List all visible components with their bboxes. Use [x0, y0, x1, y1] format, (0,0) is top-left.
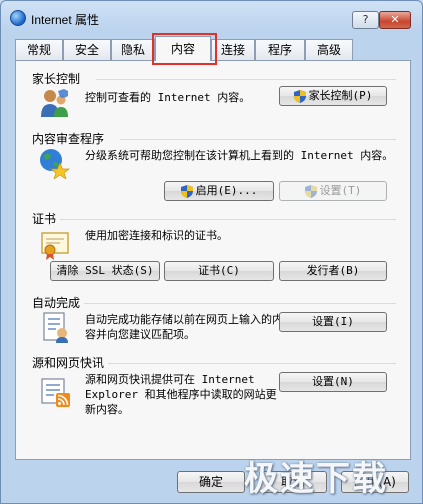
- content-advisor-description: 分级系统可帮助您控制在该计算机上看到的 Internet 内容。: [85, 149, 394, 162]
- certificates-description: 使用加密连接和标识的证书。: [85, 229, 228, 242]
- tab-strip: 常规 安全 隐私 内容 连接 程序 高级: [15, 36, 415, 61]
- section-divider: [120, 139, 396, 140]
- autocomplete-settings-button[interactable]: 设置(I): [279, 312, 387, 332]
- internet-explorer-icon: [10, 10, 26, 26]
- uac-shield-icon: [180, 184, 193, 198]
- advisor-settings-button-label: 设置(T): [319, 184, 362, 197]
- feeds-icon: [41, 378, 70, 407]
- title-bar[interactable]: Internet 属性 ? ✕: [1, 1, 422, 31]
- uac-shield-icon: [293, 89, 306, 103]
- content-advisor-title: 内容审查程序: [32, 132, 105, 146]
- clear-ssl-state-button[interactable]: 清除 SSL 状态(S): [50, 261, 160, 281]
- tab-advanced[interactable]: 高级: [305, 39, 353, 60]
- content-advisor-globe-icon: [40, 149, 70, 179]
- certificate-icon: [41, 232, 69, 260]
- tab-content[interactable]: 内容: [155, 36, 211, 61]
- autocomplete-icon: [43, 312, 68, 343]
- ok-button[interactable]: 确定: [177, 471, 245, 493]
- section-divider: [60, 219, 396, 220]
- content-advisor-settings-button[interactable]: 设置(T): [279, 181, 387, 201]
- section-divider: [84, 303, 396, 304]
- tab-connections[interactable]: 连接: [211, 39, 255, 60]
- autocomplete-description: 自动完成功能存储以前在网页上输入的内容并向您建议匹配项。: [85, 313, 283, 341]
- tab-security[interactable]: 安全: [63, 39, 111, 60]
- close-button[interactable]: ✕: [379, 11, 411, 29]
- tab-privacy[interactable]: 隐私: [111, 39, 155, 60]
- certificates-button[interactable]: 证书(C): [164, 261, 274, 281]
- content-tab-panel: 家长控制 控制可查看的 Internet 内容。 家长控制(P) 内容审查程序 …: [15, 60, 411, 460]
- feeds-title: 源和网页快讯: [32, 356, 105, 370]
- parental-control-button-label: 家长控制(P): [308, 89, 373, 102]
- section-divider: [96, 79, 396, 80]
- watermark-logo: 极速下载站: [244, 459, 388, 499]
- publishers-button[interactable]: 发行者(B): [279, 261, 387, 281]
- feeds-settings-button[interactable]: 设置(N): [279, 372, 387, 392]
- parental-control-title: 家长控制: [32, 72, 81, 86]
- certificates-title: 证书: [32, 212, 57, 226]
- autocomplete-title: 自动完成: [32, 296, 81, 310]
- uac-shield-icon: [304, 184, 317, 198]
- section-divider: [108, 363, 396, 364]
- help-button[interactable]: ?: [352, 11, 379, 29]
- tab-general[interactable]: 常规: [15, 39, 63, 60]
- parental-control-button[interactable]: 家长控制(P): [279, 86, 387, 106]
- enable-button-label: 启用(E)...: [195, 184, 258, 197]
- window-title: Internet 属性: [31, 13, 100, 27]
- internet-properties-dialog: Internet 属性 ? ✕ 常规 安全 隐私 内容 连接 程序 高级 家长控…: [0, 0, 423, 504]
- feeds-description: 源和网页快讯提供可在 Internet Explorer 和其他程序中读取的网站…: [85, 373, 277, 416]
- content-advisor-enable-button[interactable]: 启用(E)...: [164, 181, 274, 201]
- parental-control-icon: [41, 89, 68, 117]
- tab-programs[interactable]: 程序: [255, 39, 305, 60]
